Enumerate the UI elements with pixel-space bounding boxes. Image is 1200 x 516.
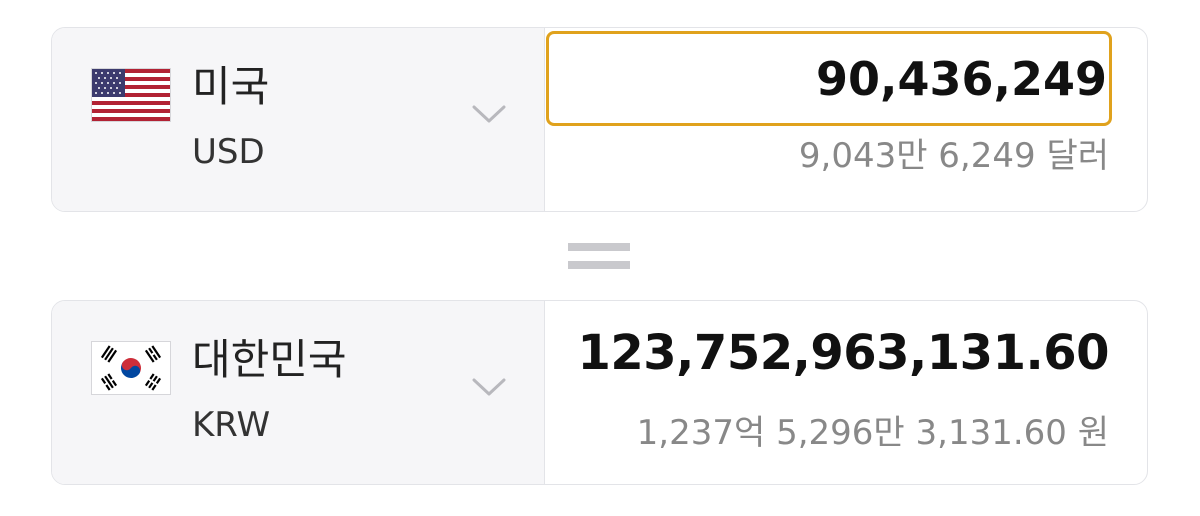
to-currency-code: KRW	[192, 405, 271, 445]
chevron-down-icon[interactable]	[472, 377, 506, 397]
from-currency-selector[interactable]: 미국 USD	[52, 28, 545, 211]
to-amount-value: 123,752,963,131.60	[577, 325, 1109, 381]
to-country-name: 대한민국	[192, 335, 347, 384]
kr-flag-icon	[92, 342, 170, 394]
equals-icon	[568, 240, 630, 272]
to-amount-words: 1,237억 5,296만 3,131.60 원	[636, 413, 1109, 453]
from-country-name: 미국	[192, 62, 270, 111]
from-currency-card: 미국 USD 9,043만 6,249 달러	[51, 27, 1148, 212]
from-currency-code: USD	[192, 132, 265, 172]
from-amount-input[interactable]	[546, 31, 1112, 126]
to-amount-area: 123,752,963,131.60 1,237억 5,296만 3,131.6…	[545, 301, 1147, 484]
us-flag-icon	[92, 69, 170, 121]
to-currency-selector[interactable]: 대한민국 KRW	[52, 301, 545, 484]
from-amount-words: 9,043만 6,249 달러	[798, 136, 1109, 176]
equals-bar-top	[568, 243, 630, 251]
equals-bar-bottom	[568, 261, 630, 269]
to-currency-card: 대한민국 KRW 123,752,963,131.60 1,237억 5,296…	[51, 300, 1148, 485]
from-amount-area: 9,043만 6,249 달러	[545, 28, 1147, 211]
chevron-down-icon[interactable]	[472, 104, 506, 124]
